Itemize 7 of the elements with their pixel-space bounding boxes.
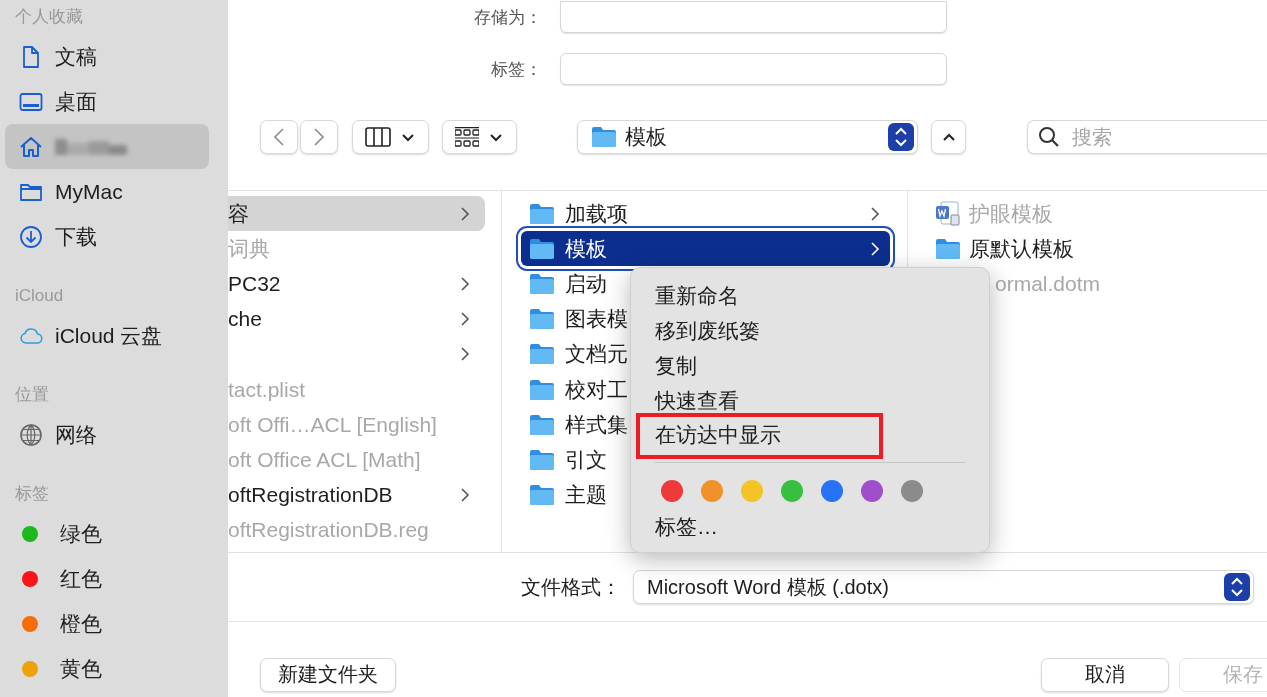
field-label: 存储为： <box>473 6 543 29</box>
field-label: 标签： <box>490 58 543 81</box>
section-title: 位置 <box>14 384 50 406</box>
section-title: 个人收藏 <box>14 6 84 28</box>
section-title: iCloud <box>14 285 65 307</box>
section-title: 标签 <box>14 483 50 505</box>
format-label: 文件格式： <box>520 574 622 600</box>
